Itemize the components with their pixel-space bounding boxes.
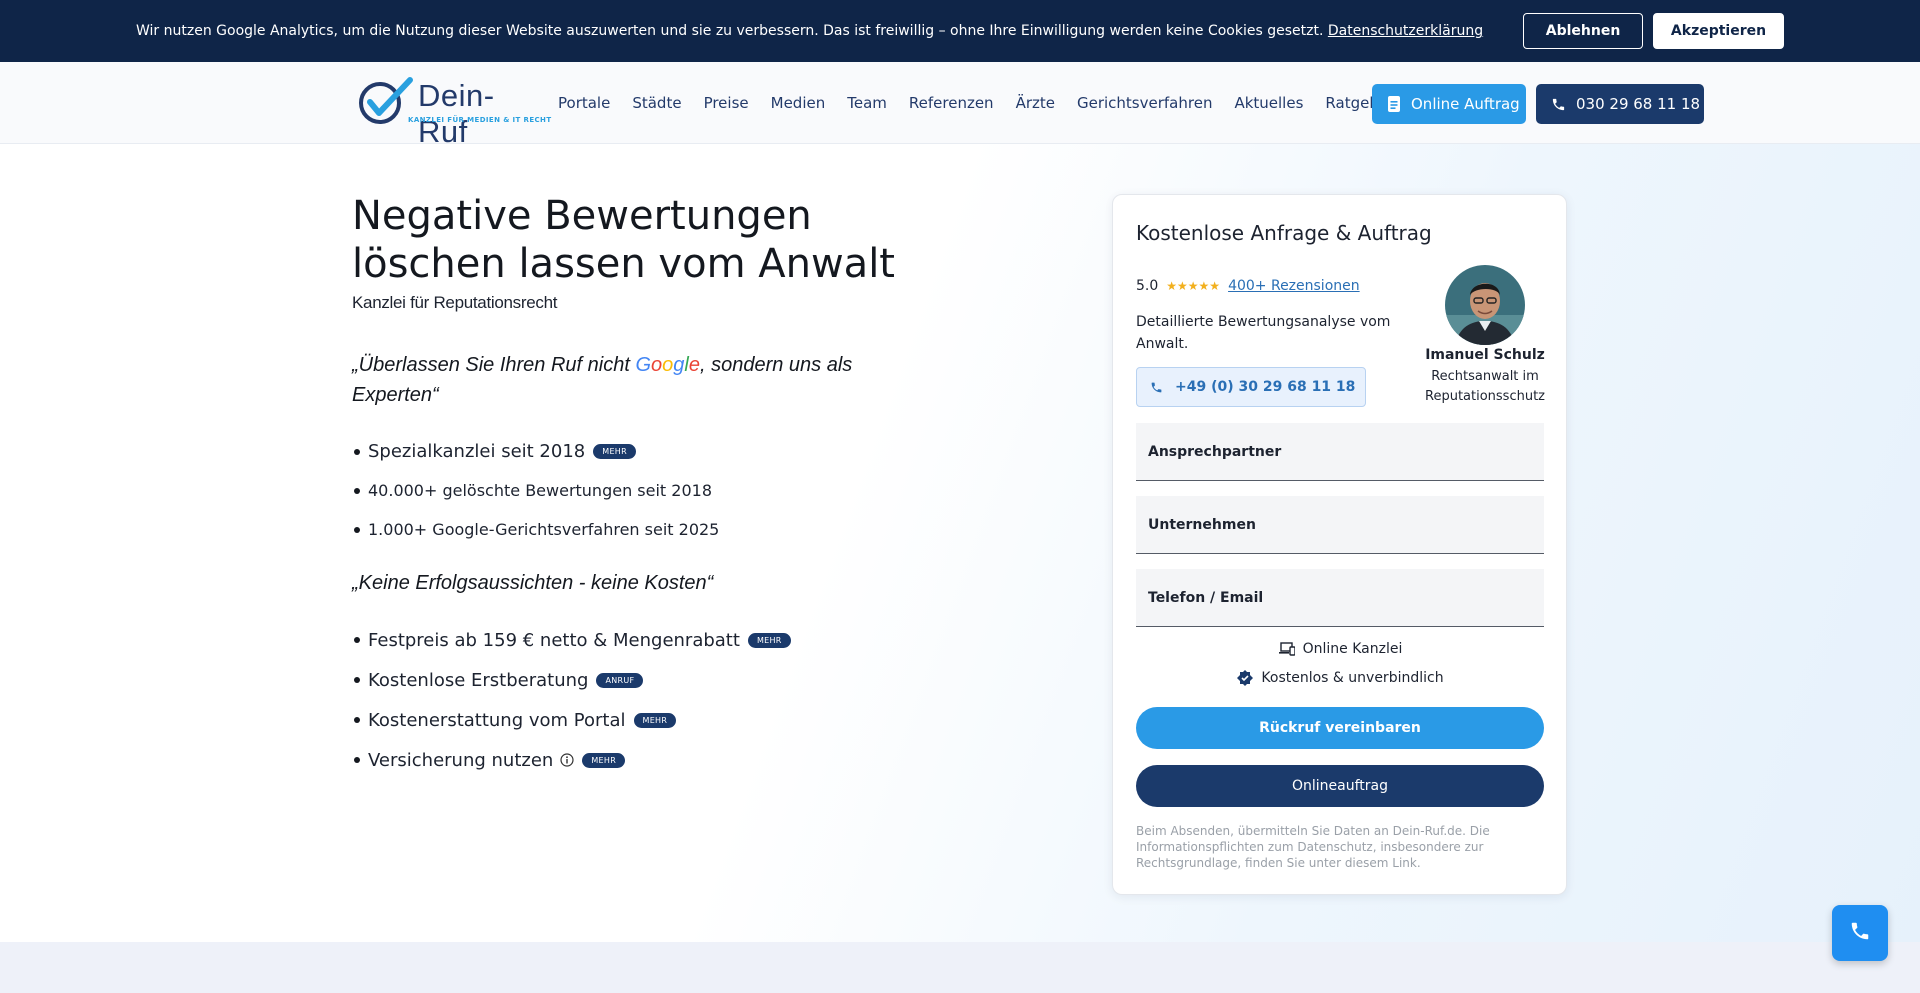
contact-person-field[interactable]: Ansprechpartner	[1136, 423, 1544, 481]
feature-online-office: Online Kanzlei	[1113, 641, 1568, 657]
list-item: 40.000+ gelöschte Bewertungen seit 2018	[353, 471, 719, 510]
star-rating-icon: ★★★★★	[1166, 279, 1221, 293]
form-title: Kostenlose Anfrage & Auftrag	[1136, 221, 1432, 245]
pricing-text: Kostenlose Erstberatung	[368, 669, 589, 691]
privacy-disclaimer: Beim Absenden, übermitteln Sie Daten an …	[1136, 824, 1490, 870]
list-item: Versicherung nutzen MEHR	[354, 740, 791, 780]
google-letter-g2: g	[673, 354, 685, 376]
nav-item-staedte[interactable]: Städte	[632, 94, 681, 112]
page-subtitle: Kanzlei für Reputationsrecht	[352, 293, 558, 312]
company-field[interactable]: Unternehmen	[1136, 496, 1544, 554]
verified-badge-icon	[1237, 670, 1254, 686]
quote-google: „Überlassen Sie Ihren Ruf nicht Google, …	[352, 350, 892, 410]
nav-item-medien[interactable]: Medien	[771, 94, 826, 112]
cookie-banner: Wir nutzen Google Analytics, um die Nutz…	[0, 0, 1920, 62]
inquiry-form-card: Kostenlose Anfrage & Auftrag 5.0 ★★★★★ 4…	[1112, 194, 1567, 895]
quote1-start: „Überlassen Sie Ihren Ruf nicht	[352, 354, 636, 376]
phone-email-field[interactable]: Telefon / Email	[1136, 569, 1544, 627]
fact-text: Spezialkanzlei seit 2018	[368, 441, 586, 462]
google-letter-o1: o	[651, 354, 663, 376]
google-letter-e: e	[688, 354, 700, 376]
analysis-text: Detaillierte Bewertungsanalyse vom Anwal…	[1136, 314, 1391, 352]
phone-icon	[1551, 97, 1566, 112]
more-badge[interactable]: MEHR	[633, 712, 677, 728]
pricing-text: Festpreis ab 159 € netto & Mengenrabatt	[368, 629, 740, 651]
devices-icon	[1278, 642, 1295, 656]
pricing-text: Versicherung nutzen	[368, 749, 554, 771]
form-phone-button[interactable]: +49 (0) 30 29 68 11 18	[1136, 367, 1366, 407]
header-phone-button[interactable]: 030 29 68 11 18	[1536, 84, 1704, 124]
callback-button[interactable]: Rückruf vereinbaren	[1136, 707, 1544, 749]
list-item: Kostenlose Erstberatung ANRUF	[354, 660, 791, 700]
main-nav: Portale Städte Preise Medien Team Refere…	[558, 62, 1416, 144]
phone-icon	[1150, 381, 1163, 394]
feature1-label: Online Kanzlei	[1302, 641, 1403, 657]
logo-subtitle: KANZLEI FÜR MEDIEN & IT RECHT	[408, 116, 552, 124]
more-badge[interactable]: MEHR	[582, 752, 626, 768]
document-icon	[1387, 96, 1401, 112]
nav-item-referenzen[interactable]: Referenzen	[909, 94, 994, 112]
cookie-text: Wir nutzen Google Analytics, um die Nutz…	[136, 23, 1523, 39]
phone-icon	[1849, 920, 1871, 946]
accept-cookies-button[interactable]: Akzeptieren	[1653, 13, 1784, 49]
fact-text: 1.000+ Google-Gerichtsverfahren seit 202…	[368, 520, 720, 539]
lawyer-role: Rechtsanwalt im Reputationsschutz	[1425, 369, 1545, 404]
cookie-message: Wir nutzen Google Analytics, um die Nutz…	[136, 23, 1324, 39]
list-item: Spezialkanzlei seit 2018 MEHR	[353, 432, 719, 471]
next-section	[0, 942, 1920, 993]
fact-text: 40.000+ gelöschte Bewertungen seit 2018	[368, 481, 712, 500]
rating-value: 5.0	[1136, 278, 1159, 294]
header-phone-label: 030 29 68 11 18	[1576, 95, 1701, 113]
online-order-label: Online Auftrag	[1411, 95, 1520, 113]
avatar	[1445, 265, 1525, 345]
logo-text: Dein-Ruf	[418, 78, 495, 149]
nav-item-portale[interactable]: Portale	[558, 94, 610, 112]
nav-item-aerzte[interactable]: Ärzte	[1016, 94, 1055, 112]
more-badge[interactable]: MEHR	[593, 444, 636, 459]
info-icon[interactable]	[560, 753, 574, 767]
pricing-text: Kostenerstattung vom Portal	[368, 709, 626, 731]
nav-item-preise[interactable]: Preise	[704, 94, 749, 112]
title-line-1: Negative Bewertungen	[352, 193, 812, 239]
floating-call-button[interactable]	[1832, 905, 1888, 961]
list-item: 1.000+ Google-Gerichtsverfahren seit 202…	[353, 510, 720, 549]
google-letter-o2: o	[662, 354, 674, 376]
feature2-label: Kostenlos & unverbindlich	[1261, 670, 1444, 686]
more-badge[interactable]: MEHR	[747, 632, 791, 648]
online-order-form-button[interactable]: Onlineauftrag	[1136, 765, 1544, 807]
page-title: Negative Bewertungen löschen lassen vom …	[352, 192, 895, 288]
reviews-link[interactable]: 400+ Rezensionen	[1228, 278, 1360, 294]
feature-free: Kostenlos & unverbindlich	[1113, 670, 1568, 686]
logo[interactable]: Dein-Ruf KANZLEI FÜR MEDIEN & IT RECHT	[358, 74, 551, 149]
title-line-2: löschen lassen vom Anwalt	[352, 241, 895, 287]
site-header: Dein-Ruf KANZLEI FÜR MEDIEN & IT RECHT P…	[0, 62, 1920, 149]
list-item: Festpreis ab 159 € netto & Mengenrabatt …	[354, 620, 791, 660]
call-badge[interactable]: ANRUF	[596, 672, 644, 688]
rating: 5.0 ★★★★★ 400+ Rezensionen	[1136, 278, 1360, 294]
google-letter-g: G	[635, 354, 652, 376]
nav-item-aktuelles[interactable]: Aktuelles	[1234, 94, 1303, 112]
pricing-list: Festpreis ab 159 € netto & Mengenrabatt …	[354, 620, 791, 780]
online-order-button[interactable]: Online Auftrag	[1372, 84, 1526, 124]
list-item: Kostenerstattung vom Portal MEHR	[354, 700, 791, 740]
privacy-policy-link[interactable]: Datenschutzerklärung	[1328, 23, 1483, 39]
form-phone-label: +49 (0) 30 29 68 11 18	[1175, 379, 1356, 395]
nav-item-gerichtsverfahren[interactable]: Gerichtsverfahren	[1077, 94, 1212, 112]
lawyer-name: Imanuel Schulz	[1425, 347, 1545, 363]
nav-item-team[interactable]: Team	[847, 94, 887, 112]
decline-cookies-button[interactable]: Ablehnen	[1523, 13, 1643, 49]
quote-no-cost: „Keine Erfolgsaussichten - keine Kosten“	[352, 572, 714, 594]
facts-list: Spezialkanzlei seit 2018 MEHR 40.000+ ge…	[353, 432, 720, 549]
